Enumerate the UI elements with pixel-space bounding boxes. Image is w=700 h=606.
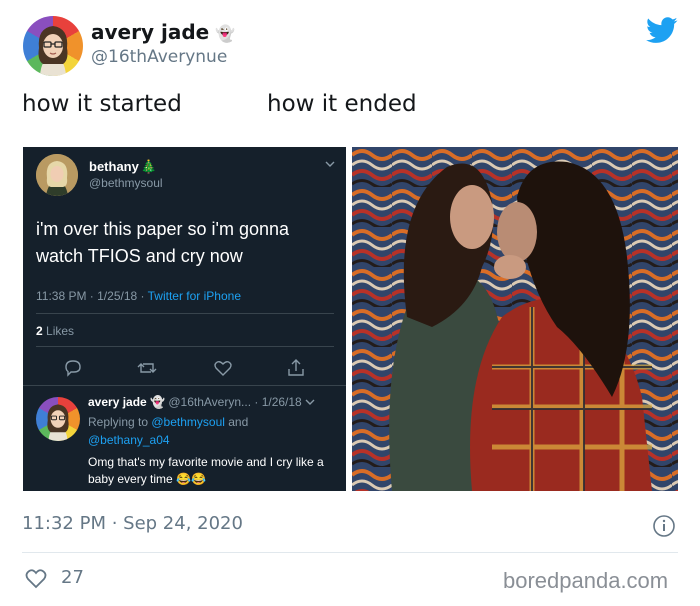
- embedded-tweet-client: Twitter for iPhone: [147, 289, 241, 303]
- embedded-divider: [23, 385, 346, 386]
- author-avatar[interactable]: [23, 16, 83, 76]
- reply-author-avatar: [36, 397, 80, 441]
- avatar-illustration-icon: [38, 26, 68, 76]
- heart-icon[interactable]: [24, 567, 48, 589]
- couple-kissing-photo[interactable]: [352, 147, 678, 491]
- retweet-icon: [137, 363, 157, 373]
- reply-handle-date: @16thAveryn... · 1/26/18: [168, 395, 302, 409]
- reply-icon: [65, 360, 81, 377]
- chevron-down-icon: [305, 399, 315, 405]
- caption-how-it-ended: how it ended: [267, 91, 417, 117]
- replying-prefix: Replying to: [88, 415, 152, 429]
- embedded-tweet-text: i'm over this paper so i'm gonna watch T…: [36, 219, 289, 266]
- embedded-author-name: bethany 🎄: [89, 159, 157, 175]
- reply-author-name: avery jade: [88, 395, 147, 409]
- reply-replying-to: Replying to @bethmysoul and @bethany_a04: [88, 413, 328, 449]
- embedded-author-avatar: [36, 154, 78, 196]
- embedded-likes: 2 Likes: [36, 324, 74, 338]
- footer-divider: [22, 552, 678, 553]
- embedded-divider: [36, 313, 334, 314]
- embedded-tweet-screenshot: bethany 🎄 @bethmysoul i'm over this paper…: [23, 147, 346, 491]
- ghost-icon: 👻: [215, 24, 236, 43]
- caption-how-it-started: how it started: [22, 91, 182, 117]
- embedded-author-name-text: bethany: [89, 159, 139, 174]
- christmas-tree-icon: 🎄: [140, 159, 158, 174]
- like-count: 27: [61, 567, 84, 588]
- replying-and: and: [224, 415, 249, 429]
- avatar-blonde-icon: [36, 154, 78, 196]
- ghost-icon: 👻: [150, 395, 166, 409]
- author-display-name[interactable]: avery jade 👻: [91, 20, 235, 44]
- avatar-illustration-icon: [47, 404, 69, 441]
- reply-text: Omg that's my favorite movie and I cry l…: [88, 455, 324, 486]
- photo-illustration: [352, 147, 678, 491]
- replying-mention-2: @bethany_a04: [88, 433, 170, 447]
- reply-header: avery jade 👻 @16thAveryn... · 1/26/18: [88, 395, 315, 409]
- embedded-author-handle: @bethmysoul: [89, 176, 163, 190]
- embedded-likes-label: Likes: [46, 324, 75, 338]
- boredpanda-watermark: boredpanda.com: [503, 568, 669, 593]
- tweet-timestamp[interactable]: 11:32 PM · Sep 24, 2020: [22, 513, 243, 534]
- embedded-divider: [36, 346, 334, 347]
- heart-icon: [214, 361, 232, 376]
- chevron-down-icon: [325, 160, 335, 171]
- info-icon[interactable]: [652, 514, 676, 538]
- share-icon: [288, 359, 304, 376]
- replying-mention-1: @bethmysoul: [151, 415, 225, 429]
- author-name-text[interactable]: avery jade: [91, 20, 209, 44]
- embedded-likes-count: 2: [36, 324, 43, 338]
- embedded-tweet-meta: 11:38 PM · 1/25/18 · Twitter for iPhone: [36, 289, 241, 303]
- embedded-tweet-time: 11:38 PM · 1/25/18 ·: [36, 289, 148, 303]
- twitter-bird-icon[interactable]: [646, 17, 678, 44]
- author-handle[interactable]: @16thAverynue: [91, 47, 227, 67]
